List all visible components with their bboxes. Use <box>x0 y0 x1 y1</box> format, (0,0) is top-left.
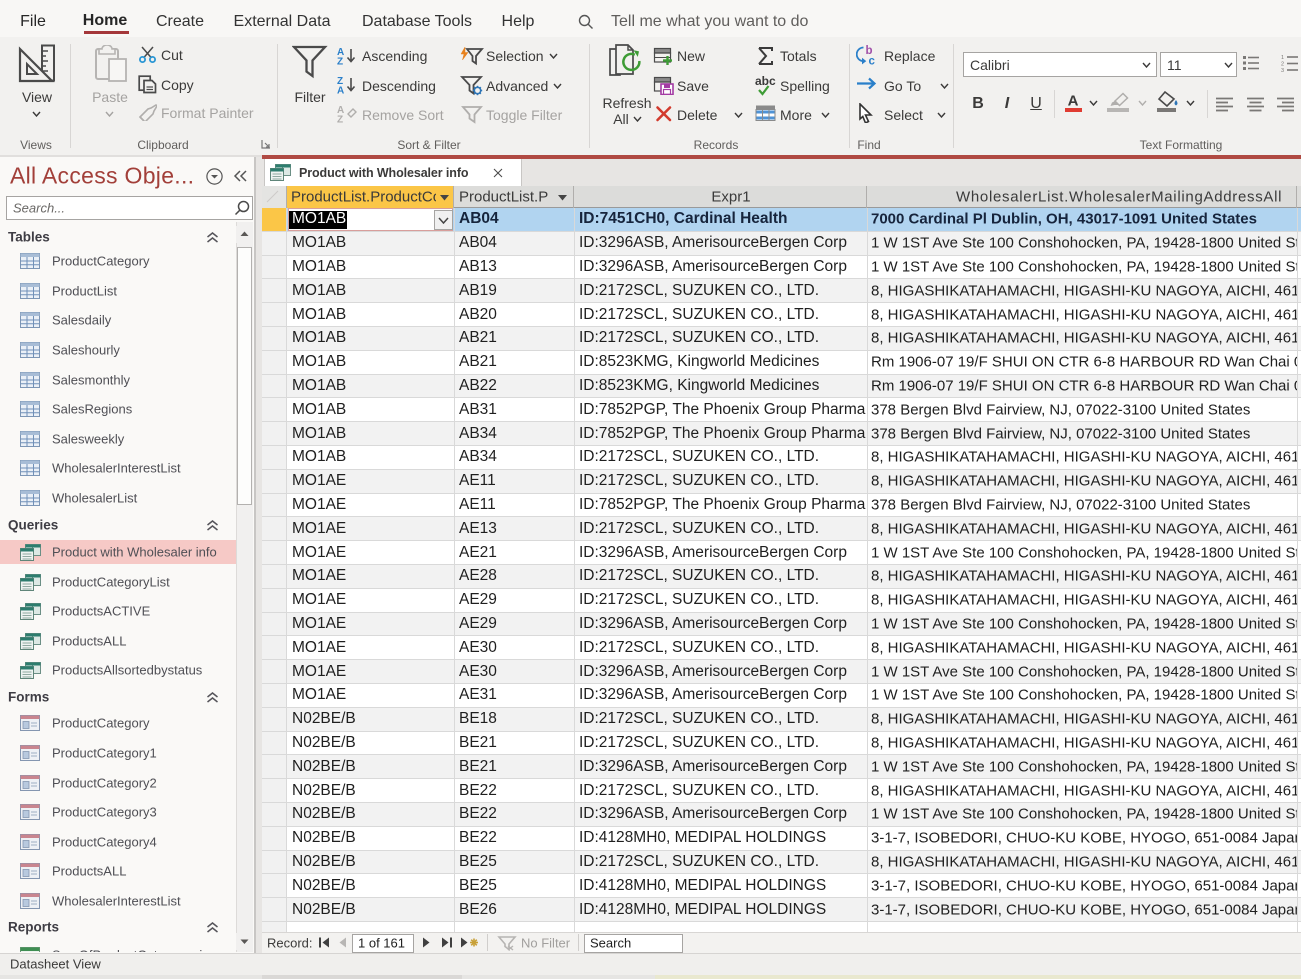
svg-text:c: c <box>869 56 876 68</box>
svg-text:3: 3 <box>1281 68 1284 72</box>
svg-text:2: 2 <box>1281 62 1284 68</box>
svg-text:Z: Z <box>337 115 343 124</box>
svg-text:abc: abc <box>755 75 776 88</box>
svg-text:Z: Z <box>337 57 343 66</box>
svg-text:A: A <box>337 86 344 95</box>
svg-text:1: 1 <box>1281 55 1284 61</box>
